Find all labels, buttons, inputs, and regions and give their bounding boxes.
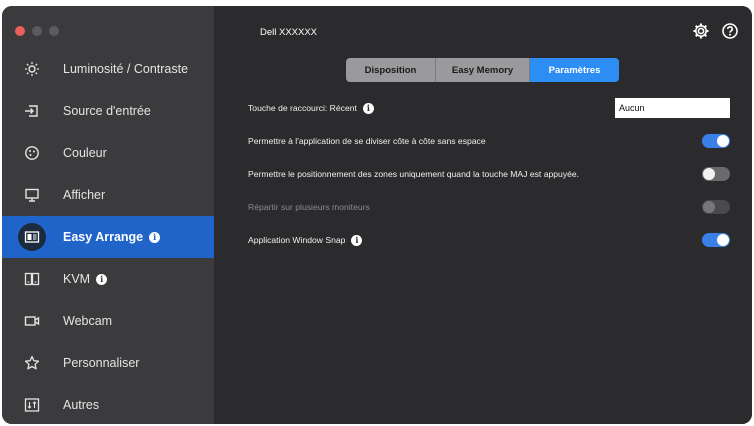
snap-row: Application Window Snap i <box>248 230 728 250</box>
sidebar-item-brightness[interactable]: Luminosité / Contraste <box>2 48 214 90</box>
main-panel: Dell XXXXXX Disposition Easy Memory Para… <box>214 6 752 424</box>
sidebar: Luminosité / Contraste Source d'entrée C… <box>2 6 214 424</box>
toggle-knob <box>703 168 715 180</box>
info-icon[interactable]: i <box>96 273 108 285</box>
toggle-knob <box>703 201 715 213</box>
webcam-icon <box>19 308 45 334</box>
split-label: Permettre à l'application de se diviser … <box>248 136 486 146</box>
maximize-window-button[interactable] <box>49 26 59 36</box>
snap-toggle[interactable] <box>702 233 730 247</box>
minimize-window-button[interactable] <box>32 26 42 36</box>
help-icon[interactable] <box>721 22 739 40</box>
tab-bar: Disposition Easy Memory Paramètres <box>346 58 619 82</box>
sidebar-item-label: Couleur <box>63 146 107 160</box>
input-source-icon <box>19 98 45 124</box>
info-icon[interactable]: i <box>149 231 161 243</box>
sidebar-item-label: Webcam <box>63 314 113 328</box>
gear-icon[interactable] <box>692 22 710 40</box>
app-window: Luminosité / Contraste Source d'entrée C… <box>2 6 752 424</box>
brightness-icon <box>19 56 45 82</box>
sidebar-item-color[interactable]: Couleur <box>2 132 214 174</box>
tab-easy-memory[interactable]: Easy Memory <box>436 58 530 82</box>
snap-label: Application Window Snap <box>248 235 346 245</box>
info-icon[interactable]: i <box>351 234 363 246</box>
shift-label: Permettre le positionnement des zones un… <box>248 169 580 179</box>
window-controls <box>15 26 59 36</box>
sidebar-item-label: Personnaliser <box>63 356 140 370</box>
sidebar-item-others[interactable]: Autres <box>2 384 214 424</box>
close-window-button[interactable] <box>15 26 25 36</box>
toggle-knob <box>717 234 729 246</box>
shift-toggle[interactable] <box>702 167 730 181</box>
tab-parametres[interactable]: Paramètres <box>530 58 619 82</box>
multi-monitor-label: Répartir sur plusieurs moniteurs <box>248 202 370 212</box>
kvm-icon <box>19 266 45 292</box>
shortcut-label: Touche de raccourci: Récent <box>248 103 357 113</box>
sidebar-item-personalize[interactable]: Personnaliser <box>2 342 214 384</box>
sidebar-item-input-source[interactable]: Source d'entrée <box>2 90 214 132</box>
sidebar-item-label: KVM <box>63 272 91 286</box>
sidebar-item-label: Easy Arrange <box>63 230 144 244</box>
info-icon[interactable]: i <box>362 102 374 114</box>
sidebar-item-kvm[interactable]: KVM i <box>2 258 214 300</box>
color-icon <box>19 140 45 166</box>
sidebar-item-label: Afficher <box>63 188 106 202</box>
sidebar-item-webcam[interactable]: Webcam <box>2 300 214 342</box>
others-icon <box>19 392 45 418</box>
shortcut-select[interactable]: Aucun <box>615 98 730 118</box>
tab-disposition[interactable]: Disposition <box>346 58 436 82</box>
app-title: Dell XXXXXX <box>260 27 318 38</box>
sidebar-item-easy-arrange[interactable]: Easy Arrange i <box>2 216 214 258</box>
star-icon <box>19 350 45 376</box>
sidebar-nav: Luminosité / Contraste Source d'entrée C… <box>2 48 214 424</box>
easy-arrange-icon <box>18 223 46 251</box>
sidebar-item-display[interactable]: Afficher <box>2 174 214 216</box>
display-icon <box>19 182 45 208</box>
multi-monitor-toggle[interactable] <box>702 200 730 214</box>
sidebar-item-label: Autres <box>63 398 100 412</box>
shift-row: Permettre le positionnement des zones un… <box>248 164 728 184</box>
toggle-knob <box>717 135 729 147</box>
sidebar-item-label: Luminosité / Contraste <box>63 62 189 76</box>
sidebar-item-label: Source d'entrée <box>63 104 151 118</box>
split-row: Permettre à l'application de se diviser … <box>248 131 728 151</box>
split-toggle[interactable] <box>702 134 730 148</box>
multi-monitor-row: Répartir sur plusieurs moniteurs <box>248 197 728 217</box>
